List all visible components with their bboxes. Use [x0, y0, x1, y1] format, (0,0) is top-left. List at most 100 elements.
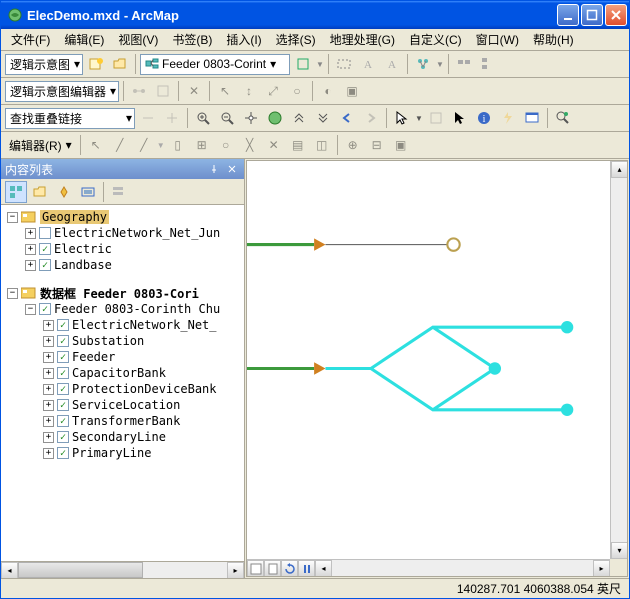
- maximize-button[interactable]: [581, 4, 603, 26]
- collapse-icon[interactable]: −: [7, 212, 18, 223]
- find-overlap-dropdown[interactable]: 查找重叠链接 ▾: [5, 108, 135, 129]
- list-by-source-button[interactable]: [29, 181, 51, 203]
- pin-icon[interactable]: [206, 161, 222, 177]
- tb-btn-4[interactable]: A: [381, 53, 403, 75]
- hyperlink-button[interactable]: [497, 107, 519, 129]
- editor-btn-9[interactable]: ▣: [341, 80, 363, 102]
- editing-dropdown[interactable]: 编辑器(R) ▾: [5, 135, 76, 156]
- select-button[interactable]: [391, 107, 413, 129]
- tree-label[interactable]: Feeder: [72, 350, 115, 364]
- menu-selection[interactable]: 选择(S): [270, 29, 322, 50]
- checkbox[interactable]: ✓: [57, 431, 69, 443]
- editor-btn-1[interactable]: [128, 80, 150, 102]
- expand-icon[interactable]: +: [25, 228, 36, 239]
- tree-group[interactable]: − Geography: [3, 209, 242, 225]
- editor-btn-5[interactable]: ↕: [238, 80, 260, 102]
- edit-btn-7[interactable]: ╳: [239, 134, 261, 156]
- tb-btn-3[interactable]: A: [357, 53, 379, 75]
- find-btn-1[interactable]: [137, 107, 159, 129]
- open-diagram-button[interactable]: [109, 53, 131, 75]
- expand-icon[interactable]: +: [43, 352, 54, 363]
- tree-label[interactable]: CapacitorBank: [72, 366, 166, 380]
- menu-window[interactable]: 窗口(W): [470, 29, 525, 50]
- expand-icon[interactable]: +: [25, 260, 36, 271]
- menu-edit[interactable]: 编辑(E): [58, 29, 110, 50]
- prev-extent-button[interactable]: [336, 107, 358, 129]
- tree-label[interactable]: 数据框 Feeder 0803-Cori: [40, 285, 199, 302]
- collapse-icon[interactable]: −: [7, 288, 18, 299]
- expand-icon[interactable]: +: [43, 400, 54, 411]
- refresh-button[interactable]: [281, 560, 298, 577]
- menu-view[interactable]: 视图(V): [112, 29, 164, 50]
- edit-btn-10[interactable]: ◫: [311, 134, 333, 156]
- menu-help[interactable]: 帮助(H): [527, 29, 580, 50]
- identify-button[interactable]: i: [473, 107, 495, 129]
- edit-btn-5[interactable]: ⊞: [191, 134, 213, 156]
- tb-btn-2[interactable]: [333, 53, 355, 75]
- checkbox[interactable]: [39, 227, 51, 239]
- tree-layer[interactable]: + ✓ Landbase: [3, 257, 242, 273]
- tb-btn-5[interactable]: [412, 53, 434, 75]
- expand-icon[interactable]: +: [25, 244, 36, 255]
- tree-layer[interactable]: +✓CapacitorBank: [3, 365, 242, 381]
- find-button[interactable]: [552, 107, 574, 129]
- tree-label[interactable]: Feeder 0803-Corinth Chu: [54, 302, 220, 316]
- checkbox[interactable]: ✓: [57, 351, 69, 363]
- scroll-right-button[interactable]: ▸: [593, 560, 610, 577]
- checkbox[interactable]: ✓: [57, 447, 69, 459]
- expand-icon[interactable]: +: [43, 384, 54, 395]
- clear-selection-button[interactable]: [425, 107, 447, 129]
- menu-file[interactable]: 文件(F): [5, 29, 56, 50]
- pause-button[interactable]: [298, 560, 315, 577]
- expand-icon[interactable]: +: [43, 432, 54, 443]
- tree-layer[interactable]: +✓PrimaryLine: [3, 445, 242, 461]
- scroll-right-button[interactable]: ▸: [227, 562, 244, 579]
- next-extent-button[interactable]: [360, 107, 382, 129]
- scroll-up-button[interactable]: ▴: [611, 161, 628, 178]
- options-button[interactable]: [108, 181, 130, 203]
- edit-btn-3[interactable]: ╱: [133, 134, 155, 156]
- tree-label[interactable]: Geography: [40, 210, 109, 224]
- tree-label[interactable]: TransformerBank: [72, 414, 180, 428]
- edit-btn-13[interactable]: ▣: [390, 134, 412, 156]
- feeder-dropdown[interactable]: Feeder 0803-Corint ▾: [140, 54, 290, 75]
- edit-btn-8[interactable]: ✕: [263, 134, 285, 156]
- edit-btn-6[interactable]: ○: [215, 134, 237, 156]
- list-by-visibility-button[interactable]: [53, 181, 75, 203]
- map-canvas[interactable]: ▴ ▾ ◂ ▸: [246, 160, 628, 577]
- expand-icon[interactable]: +: [43, 320, 54, 331]
- edit-btn-2[interactable]: ╱: [109, 134, 131, 156]
- toc-tree[interactable]: − Geography + ElectricNetwork_Net_Jun + …: [1, 205, 244, 561]
- list-by-selection-button[interactable]: [77, 181, 99, 203]
- tree-label[interactable]: ElectricNetwork_Net_: [72, 318, 217, 332]
- edit-btn-4[interactable]: ▯: [167, 134, 189, 156]
- tree-layer[interactable]: − ✓ Feeder 0803-Corinth Chu: [3, 301, 242, 317]
- view-data-button[interactable]: [247, 560, 264, 577]
- edit-btn-11[interactable]: ⊕: [342, 134, 364, 156]
- zoom-out-button[interactable]: [216, 107, 238, 129]
- menu-geoprocessing[interactable]: 地理处理(G): [324, 29, 401, 50]
- checkbox[interactable]: ✓: [39, 303, 51, 315]
- editor-btn-3[interactable]: ✕: [183, 80, 205, 102]
- edit-btn-12[interactable]: ⊟: [366, 134, 388, 156]
- tb-btn-6[interactable]: [453, 53, 475, 75]
- editor-btn-4[interactable]: ↖: [214, 80, 236, 102]
- tree-label[interactable]: ProtectionDeviceBank: [72, 382, 217, 396]
- tree-layer[interactable]: +✓SecondaryLine: [3, 429, 242, 445]
- tb-btn-7[interactable]: [477, 53, 499, 75]
- pan-button[interactable]: [240, 107, 262, 129]
- checkbox[interactable]: ✓: [57, 335, 69, 347]
- select-elements-button[interactable]: [449, 107, 471, 129]
- full-extent-button[interactable]: [264, 107, 286, 129]
- fixed-zoom-out-button[interactable]: [312, 107, 334, 129]
- tree-layer[interactable]: +✓Feeder: [3, 349, 242, 365]
- expand-icon[interactable]: +: [43, 368, 54, 379]
- menu-bookmarks[interactable]: 书签(B): [166, 29, 218, 50]
- scroll-down-button[interactable]: ▾: [611, 542, 628, 559]
- expand-icon[interactable]: +: [43, 448, 54, 459]
- editor-btn-8[interactable]: ◐: [317, 80, 339, 102]
- close-panel-button[interactable]: [224, 161, 240, 177]
- menu-insert[interactable]: 插入(I): [220, 29, 267, 50]
- tree-layer[interactable]: +✓ProtectionDeviceBank: [3, 381, 242, 397]
- view-layout-button[interactable]: [264, 560, 281, 577]
